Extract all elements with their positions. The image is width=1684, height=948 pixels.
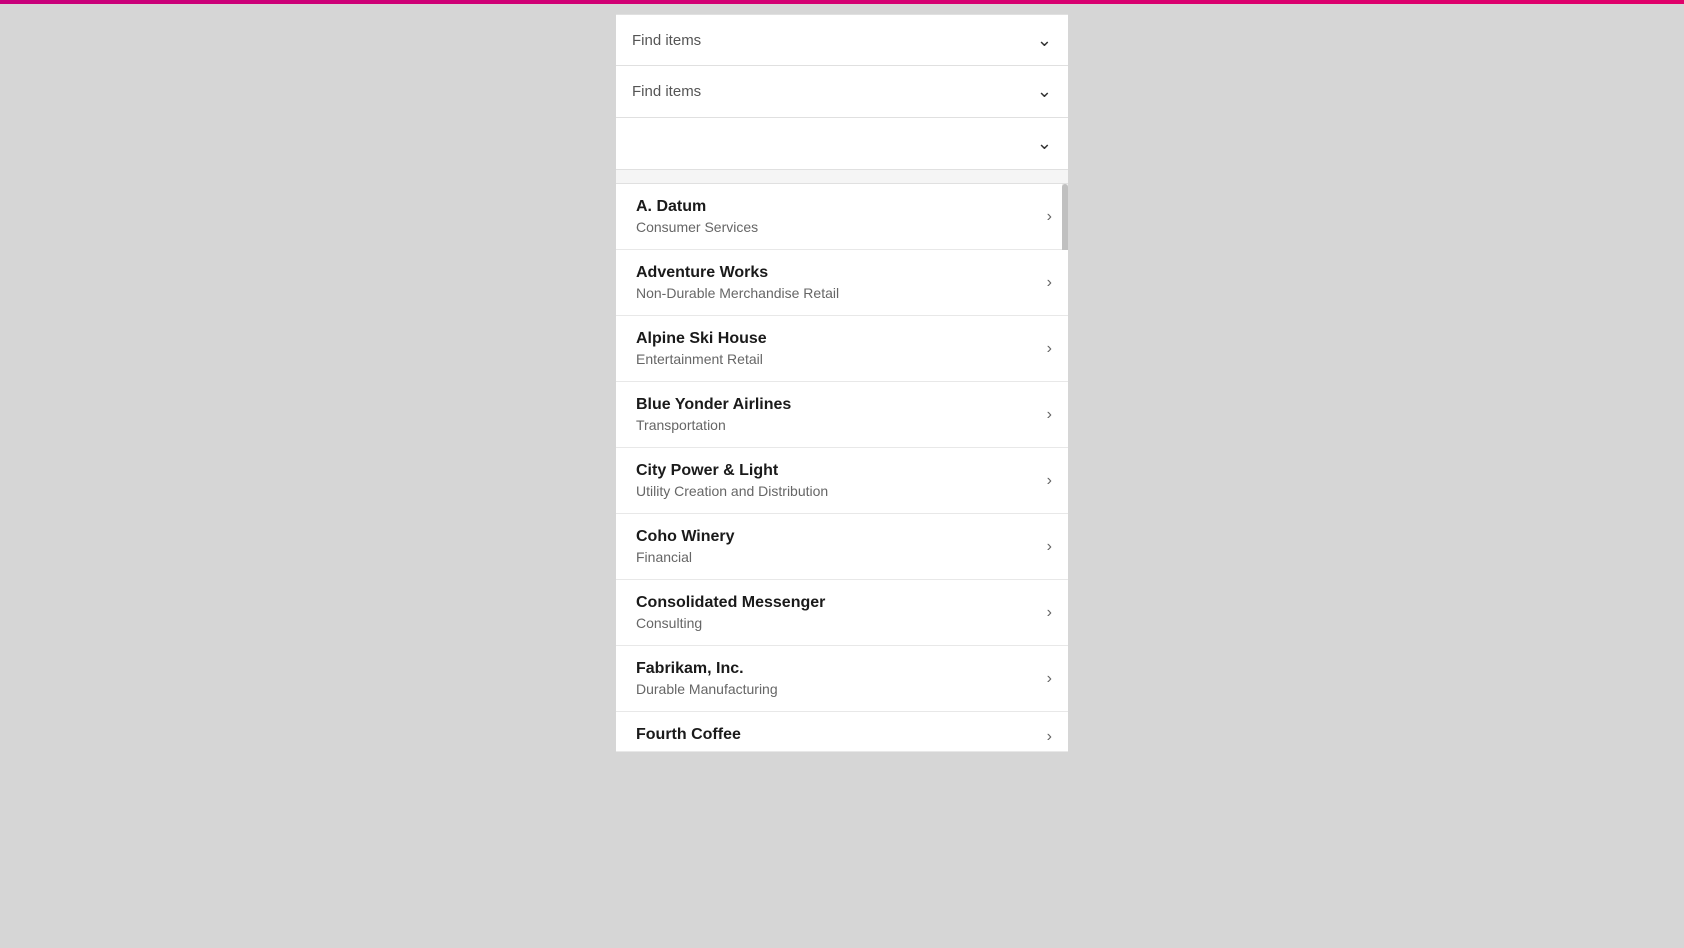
- chevron-right-icon: ›: [1047, 208, 1052, 226]
- chevron-down-icon-1: ⌄: [1037, 30, 1052, 51]
- list-item-content: Fourth Coffee: [636, 726, 1039, 747]
- chevron-right-icon: ›: [1047, 340, 1052, 358]
- dropdown-find-items-1[interactable]: Find items ⌄: [616, 14, 1068, 66]
- list-item-title: Adventure Works: [636, 264, 1039, 282]
- list-item-content: Coho Winery Financial: [636, 528, 1039, 565]
- dropdown-find-items-2[interactable]: Find items ⌄: [616, 66, 1068, 118]
- list-item-title: Consolidated Messenger: [636, 594, 1039, 612]
- list-item-title: A. Datum: [636, 198, 1039, 216]
- list-item-blue-yonder-airlines[interactable]: Blue Yonder Airlines Transportation ›: [616, 382, 1068, 448]
- list-item-a-datum[interactable]: A. Datum Consumer Services ›: [616, 184, 1068, 250]
- scrollbar-track[interactable]: [1062, 184, 1068, 249]
- dropdown-empty-3[interactable]: ⌄: [616, 118, 1068, 170]
- chevron-right-icon: ›: [1047, 406, 1052, 424]
- list-item-subtitle: Consumer Services: [636, 219, 1039, 235]
- dropdown-label-1: Find items: [632, 32, 1037, 49]
- list-item-subtitle: Financial: [636, 549, 1039, 565]
- chevron-right-icon: ›: [1047, 538, 1052, 556]
- chevron-down-icon-3: ⌄: [1037, 133, 1052, 154]
- list-item-title: Alpine Ski House: [636, 330, 1039, 348]
- list-item-title: Blue Yonder Airlines: [636, 396, 1039, 414]
- list-item-alpine-ski-house[interactable]: Alpine Ski House Entertainment Retail ›: [616, 316, 1068, 382]
- list-item-content: Fabrikam, Inc. Durable Manufacturing: [636, 660, 1039, 697]
- list-item-subtitle: Entertainment Retail: [636, 351, 1039, 367]
- list-item-fabrikam[interactable]: Fabrikam, Inc. Durable Manufacturing ›: [616, 646, 1068, 712]
- dropdown-label-3: [632, 135, 1037, 152]
- list-item-subtitle: Non-Durable Merchandise Retail: [636, 285, 1039, 301]
- list-item-adventure-works[interactable]: Adventure Works Non-Durable Merchandise …: [616, 250, 1068, 316]
- list-item-title: Coho Winery: [636, 528, 1039, 546]
- list-item-subtitle: Transportation: [636, 417, 1039, 433]
- list-item-consolidated-messenger[interactable]: Consolidated Messenger Consulting ›: [616, 580, 1068, 646]
- list-item-subtitle: Durable Manufacturing: [636, 681, 1039, 697]
- chevron-right-icon: ›: [1047, 472, 1052, 490]
- chevron-right-icon: ›: [1047, 274, 1052, 292]
- list-item-title: Fabrikam, Inc.: [636, 660, 1039, 678]
- chevron-down-icon-2: ⌄: [1037, 81, 1052, 102]
- main-panel: Find items ⌄ Find items ⌄ ⌄ A. Datum Con…: [616, 14, 1068, 752]
- list-item-coho-winery[interactable]: Coho Winery Financial ›: [616, 514, 1068, 580]
- list-item-fourth-coffee[interactable]: Fourth Coffee ›: [616, 712, 1068, 752]
- section-spacer: [616, 170, 1068, 184]
- list-item-subtitle: Consulting: [636, 615, 1039, 631]
- list-item-content: City Power & Light Utility Creation and …: [636, 462, 1039, 499]
- list-item-subtitle: Utility Creation and Distribution: [636, 483, 1039, 499]
- page-wrapper: Find items ⌄ Find items ⌄ ⌄ A. Datum Con…: [0, 0, 1684, 752]
- chevron-right-icon: ›: [1047, 728, 1052, 746]
- dropdown-label-2: Find items: [632, 83, 1037, 100]
- list-item-content: Adventure Works Non-Durable Merchandise …: [636, 264, 1039, 301]
- accounts-list: A. Datum Consumer Services › Adventure W…: [616, 184, 1068, 752]
- list-item-title: Fourth Coffee: [636, 726, 1039, 744]
- list-item-title: City Power & Light: [636, 462, 1039, 480]
- list-item-content: Alpine Ski House Entertainment Retail: [636, 330, 1039, 367]
- list-item-content: Blue Yonder Airlines Transportation: [636, 396, 1039, 433]
- list-item-content: A. Datum Consumer Services: [636, 198, 1039, 235]
- list-item-city-power-light[interactable]: City Power & Light Utility Creation and …: [616, 448, 1068, 514]
- chevron-right-icon: ›: [1047, 670, 1052, 688]
- list-item-content: Consolidated Messenger Consulting: [636, 594, 1039, 631]
- chevron-right-icon: ›: [1047, 604, 1052, 622]
